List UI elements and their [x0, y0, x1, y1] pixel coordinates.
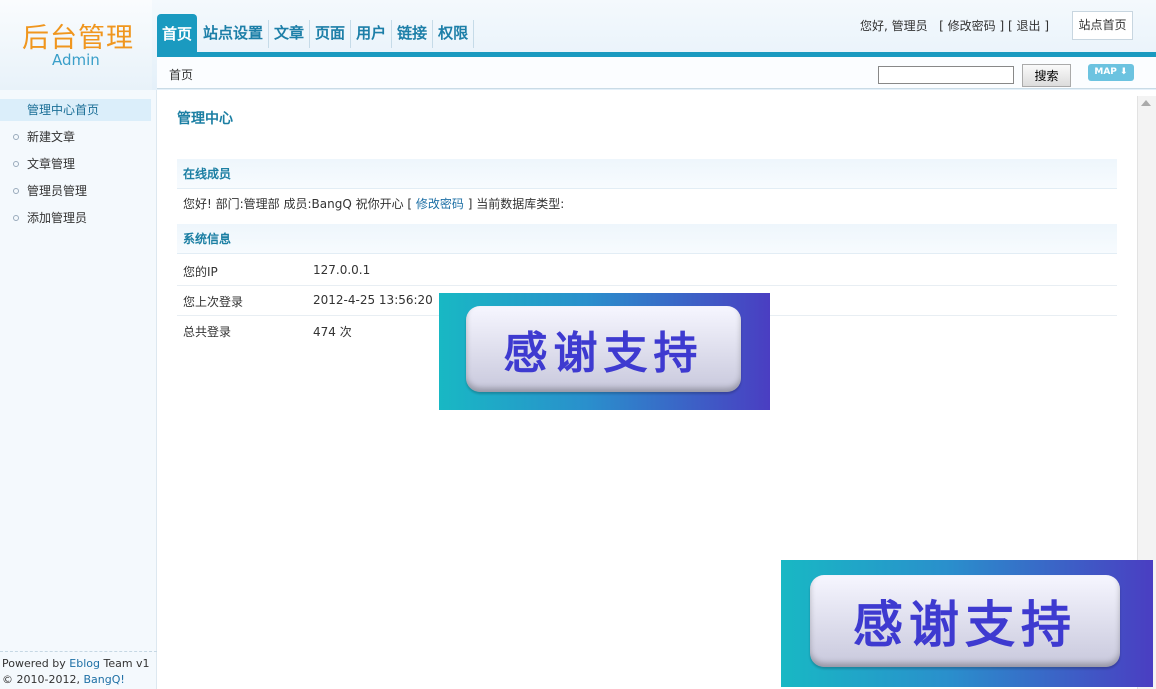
online-members-text: 您好! 部门:管理部 成员:BangQ 祝你开心 [ 修改密码 ] 当前数据库类… [183, 195, 564, 212]
tab-permissions[interactable]: 权限 [433, 20, 475, 48]
admin-page: 后台管理 Admin 首页 站点设置 文章 页面 用户 链接 权限 您好, 管理… [0, 0, 1156, 689]
search-input[interactable] [878, 66, 1014, 84]
copyright-prefix: © 2010-2012, [2, 673, 84, 686]
thanks-banner-corner-plate: 感谢支持 [810, 575, 1120, 667]
sidebar: 管理中心首页 新建文章 文章管理 管理员管理 添加管理员 Powered by … [0, 90, 157, 689]
user-links: 您好, 管理员 [ 修改密码 ] [ 退出 ] [860, 17, 1049, 34]
online-text-prefix: 您好! 部门:管理部 成员:BangQ 祝你开心 [ [183, 197, 416, 211]
tab-users[interactable]: 用户 [351, 20, 393, 48]
bangq-link[interactable]: BangQ! [83, 673, 124, 686]
sidebar-item-label: 添加管理员 [27, 211, 88, 225]
sidebar-item-label: 文章管理 [27, 157, 76, 171]
info-label: 总共登录 [183, 325, 232, 339]
site-home-button[interactable]: 站点首页 [1072, 11, 1133, 40]
greeting: 您好, 管理员 [860, 19, 928, 33]
powered-prefix: Powered by [2, 657, 70, 670]
tab-links[interactable]: 链接 [392, 20, 434, 48]
breadcrumb: 首页 [169, 68, 194, 82]
change-password-link[interactable]: 修改密码 [948, 19, 996, 33]
search-button[interactable]: 搜索 [1022, 64, 1071, 87]
bracket-close: ] [1044, 19, 1049, 33]
bullet-icon [13, 134, 19, 140]
change-password-link-main[interactable]: 修改密码 [416, 197, 464, 211]
page-title: 管理中心 [177, 111, 233, 127]
logo-subtitle: Admin [52, 51, 100, 69]
online-text-suffix: ] 当前数据库类型: [463, 197, 565, 211]
main-nav: 首页 站点设置 文章 页面 用户 链接 权限 [157, 14, 475, 52]
thanks-banner-corner[interactable]: 感谢支持 [781, 560, 1153, 687]
sidebar-item-admin-management[interactable]: 管理员管理 [0, 180, 151, 202]
tab-site-settings[interactable]: 站点设置 [198, 20, 270, 48]
thanks-banner-corner-text: 感谢支持 [853, 596, 1077, 654]
logout-link[interactable]: 退出 [1016, 19, 1040, 33]
sidebar-item-add-admin[interactable]: 添加管理员 [0, 207, 151, 229]
sidebar-item-new-article[interactable]: 新建文章 [0, 126, 151, 148]
info-row-ip: 您的IP 127.0.0.1 [177, 256, 1117, 286]
logo[interactable]: 后台管理 Admin [0, 0, 152, 90]
info-label: 您的IP [183, 265, 218, 279]
info-value: 127.0.0.1 [313, 263, 371, 277]
tab-home[interactable]: 首页 [157, 14, 198, 52]
bullet-icon [13, 188, 19, 194]
map-button[interactable]: MAP ⬇ [1088, 64, 1134, 81]
sidebar-item-article-management[interactable]: 文章管理 [0, 153, 151, 175]
sub-bar: 首页 搜索 MAP ⬇ [157, 57, 1156, 89]
bullet-icon [13, 161, 19, 167]
bullet-icon [13, 215, 19, 221]
thanks-banner-plate: 感谢支持 [466, 306, 741, 392]
bracket-open: [ [939, 19, 944, 33]
bracket-sep: ] [ [999, 19, 1013, 33]
tab-pages[interactable]: 页面 [310, 20, 352, 48]
sidebar-footer: Powered by Eblog Team v1 © 2010-2012, Ba… [0, 651, 157, 688]
eblog-link[interactable]: Eblog [69, 657, 100, 670]
info-value: 474 次 [313, 325, 352, 339]
info-value: 2012-4-25 13:56:20 [313, 293, 433, 307]
scroll-up-arrow-icon[interactable] [1141, 100, 1151, 106]
header: 后台管理 Admin 首页 站点设置 文章 页面 用户 链接 权限 您好, 管理… [0, 0, 1156, 90]
sidebar-item-dashboard[interactable]: 管理中心首页 [0, 99, 151, 121]
sidebar-item-label: 管理中心首页 [27, 103, 100, 117]
thanks-banner-text: 感谢支持 [503, 328, 704, 379]
logo-title: 后台管理 [22, 23, 134, 54]
sidebar-item-label: 管理员管理 [27, 184, 88, 198]
online-members-heading: 在线成员 [177, 159, 1117, 189]
powered-by: Powered by Eblog Team v1 [2, 656, 157, 672]
info-label: 您上次登录 [183, 295, 244, 309]
tab-articles[interactable]: 文章 [269, 20, 311, 48]
system-info-heading: 系统信息 [177, 224, 1117, 254]
powered-suffix: Team v1 [99, 657, 150, 670]
sidebar-item-label: 新建文章 [27, 130, 76, 144]
thanks-banner[interactable]: 感谢支持 [439, 293, 770, 410]
copyright: © 2010-2012, BangQ! [2, 672, 157, 688]
